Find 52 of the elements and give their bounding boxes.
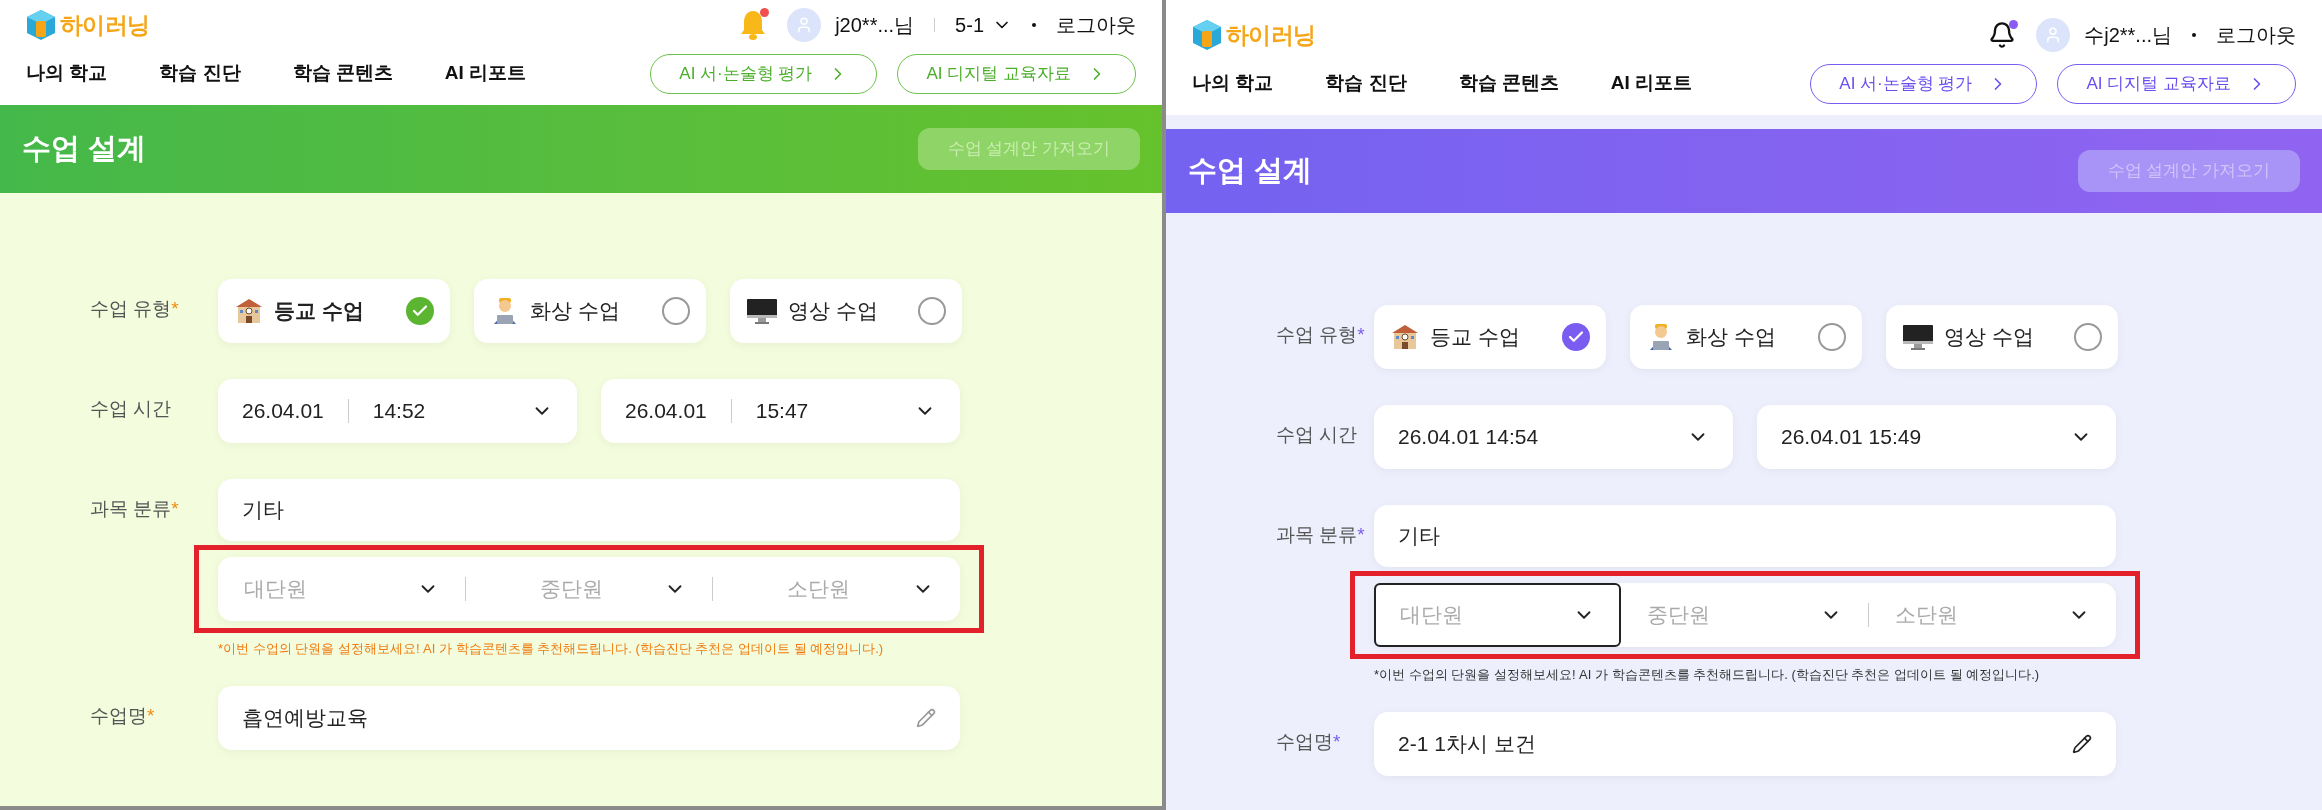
bell-icon[interactable]: [1988, 21, 2017, 50]
nav-pill-button[interactable]: AI 디지털 교육자료: [2057, 63, 2296, 104]
field-label: 수업 유형*: [1276, 323, 1365, 345]
lesson-type-option[interactable]: 등교 수업: [1374, 304, 1606, 369]
hint-text: *이번 수업의 단원을 설정해보세요! AI 가 학습콘텐츠를 추천해드립니다. (학습진단 추천은 업데이트 될 예정입니다.): [1374, 665, 2041, 684]
logout-link[interactable]: 로그아웃: [2216, 20, 2296, 51]
subject-field[interactable]: 기타: [1374, 504, 2116, 567]
logo-icon: [26, 9, 56, 42]
nav-link[interactable]: AI 리포트: [444, 59, 527, 88]
nav-link[interactable]: 학습 진단: [159, 59, 241, 88]
field-label: 과목 분류*: [90, 497, 179, 519]
school-icon: [1390, 322, 1420, 351]
lesson-name-field[interactable]: 흡연예방교육: [218, 686, 960, 750]
datetime-select[interactable]: 26.04.01 14:52: [218, 378, 577, 443]
lesson-type-option[interactable]: 등교 수업: [218, 278, 450, 343]
lesson-type-option[interactable]: 화상 수업: [474, 278, 706, 343]
user-name: 수j2**...님: [2084, 23, 2172, 49]
field-label: 수업 시간: [90, 397, 172, 419]
hint-text: *이번 수업의 단원을 설정해보세요! AI 가 학습콘텐츠를 추천해드립니다. (학습진단 추천은 업데이트 될 예정입니다.): [218, 639, 885, 658]
monitor-icon: [746, 296, 778, 325]
school-icon: [234, 296, 264, 325]
nav-link[interactable]: 학습 콘텐츠: [1458, 69, 1559, 98]
nav-link[interactable]: 학습 진단: [1325, 69, 1407, 98]
lesson-type-option[interactable]: 화상 수업: [1630, 304, 1862, 369]
lesson-type-option[interactable]: 영상 수업: [1886, 304, 2118, 369]
field-label: 수업 시간: [1276, 423, 1358, 445]
user-name: j20**...님: [835, 13, 915, 39]
logo-icon: [1192, 19, 1222, 52]
nav-pill-button[interactable]: AI 서·논술형 평가: [1810, 63, 2038, 104]
page-title: 수업 설계: [1188, 152, 1313, 188]
nav-link[interactable]: 학습 콘텐츠: [292, 59, 393, 88]
class-select[interactable]: 5-1: [955, 10, 1012, 41]
field-label: 수업명*: [90, 705, 155, 726]
datetime-select[interactable]: 26.04.01 15:47: [601, 378, 960, 443]
lesson-type-option[interactable]: 영상 수업: [730, 278, 962, 343]
nav-link[interactable]: 나의 학교: [26, 59, 108, 88]
subject-field[interactable]: 기타: [218, 478, 960, 541]
datetime-select[interactable]: 26.04.01 14:54: [1374, 404, 1733, 469]
logout-link[interactable]: 로그아웃: [1056, 10, 1136, 41]
edit-icon: [916, 708, 936, 728]
page-title: 수업 설계: [22, 130, 147, 166]
lesson-name-field[interactable]: 2-1 1차시 보건: [1374, 712, 2116, 776]
edit-icon: [2072, 734, 2092, 754]
logo-text: 하이러닝: [1226, 21, 1316, 50]
logo-text: 하이러닝: [60, 11, 150, 40]
monitor-icon: [1902, 322, 1934, 351]
field-label: 과목 분류*: [1276, 523, 1365, 545]
field-label: 수업 유형*: [90, 297, 179, 319]
nav-link[interactable]: AI 리포트: [1610, 69, 1693, 98]
datetime-select[interactable]: 26.04.01 15:49: [1757, 404, 2116, 469]
nav-link[interactable]: 나의 학교: [1192, 69, 1274, 98]
field-label: 수업명*: [1276, 731, 1341, 752]
